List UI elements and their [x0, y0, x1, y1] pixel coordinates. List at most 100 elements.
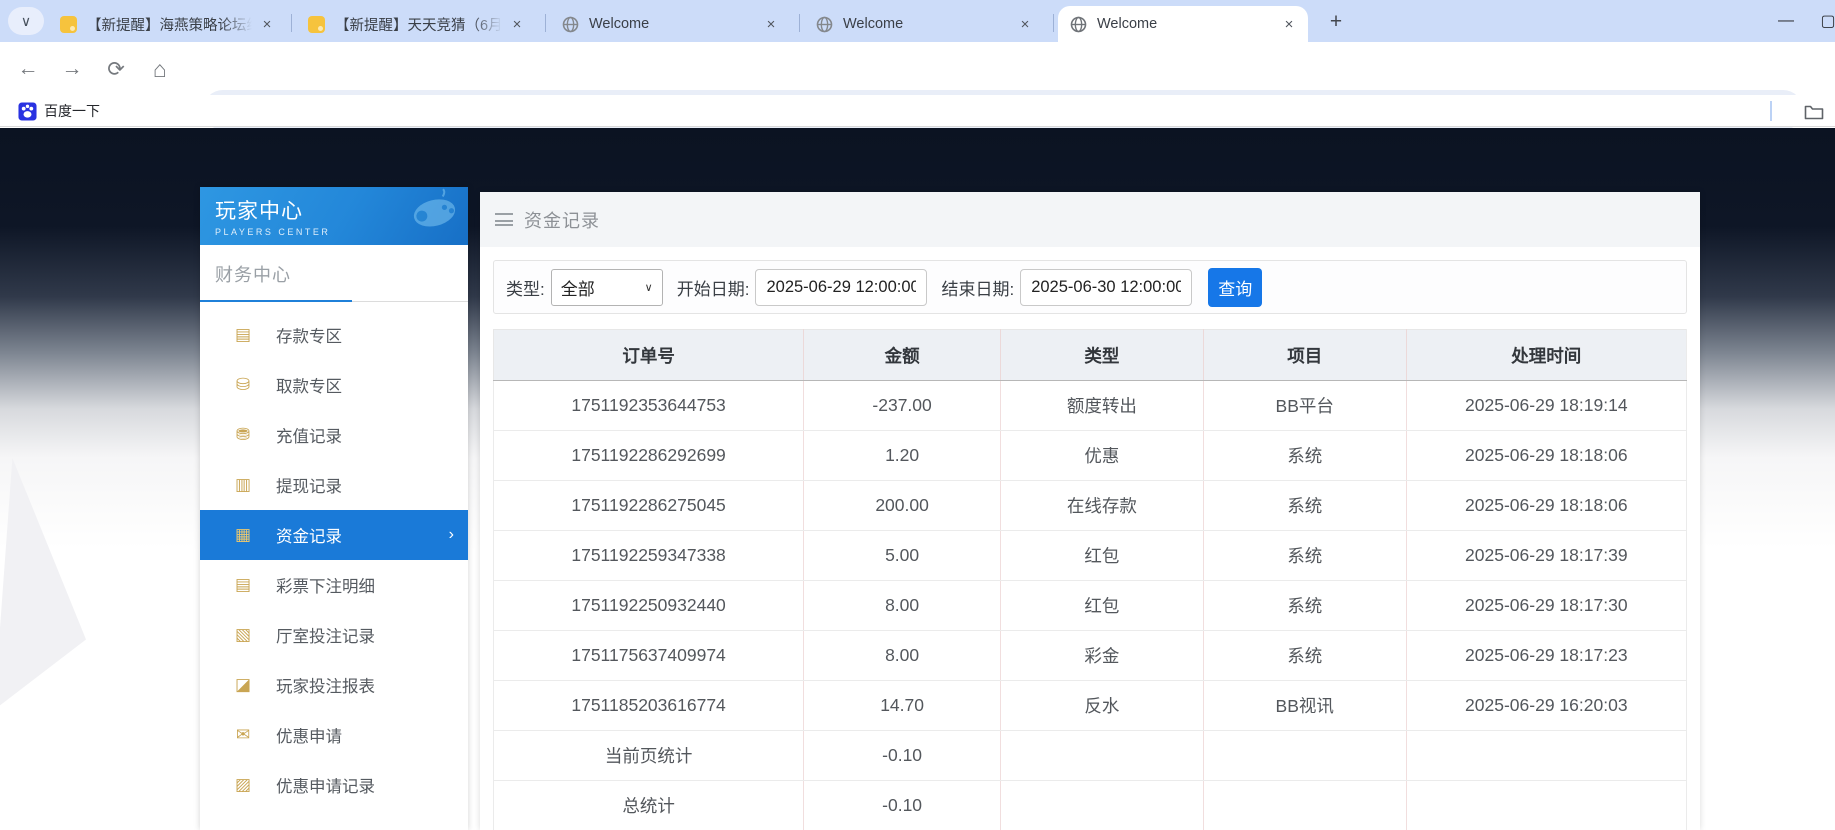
- list-icon: ▧: [234, 625, 252, 644]
- chevron-down-icon: ∨: [20, 12, 32, 29]
- promo-envelope-icon: ✉: [235, 725, 251, 744]
- sidebar-divider: [200, 300, 468, 302]
- type-label: 类型:: [506, 279, 545, 299]
- cell-summary-label: 当前页统计: [492, 730, 805, 781]
- cash-icon: ▦: [234, 525, 252, 544]
- end-date-label: 结束日期:: [941, 279, 1015, 299]
- cell-order-no: 1751185203616774: [492, 680, 805, 731]
- sidebar-item-deposit[interactable]: ▤ 存款专区: [200, 310, 468, 360]
- panel-content: 类型: 全部 ∨ 开始日期: 结束日期: 查询 订单号: [480, 247, 1700, 830]
- header-project: 项目: [1202, 329, 1407, 381]
- globe-icon: [1070, 16, 1087, 32]
- cell-time: 2025-06-29 18:18:06: [1405, 480, 1688, 531]
- tab-welcome-1[interactable]: Welcome ×: [550, 6, 790, 42]
- cell-order-no: 1751192286292699: [492, 430, 805, 481]
- cell-project: 系统: [1202, 530, 1407, 581]
- fund-records-table: 订单号 金额 类型 项目 处理时间 1751192353644753 -237.…: [492, 329, 1688, 830]
- type-select[interactable]: 全部 ∨: [550, 268, 663, 306]
- plus-icon: +: [1329, 10, 1343, 33]
- cell-type: 红包: [1000, 530, 1204, 581]
- tab-search-button[interactable]: ∨: [8, 7, 44, 35]
- home-button[interactable]: ⌂: [144, 53, 176, 85]
- cell-type: 反水: [1000, 680, 1204, 731]
- cell-type: 红包: [1000, 580, 1204, 631]
- cell-summary-label: 总统计: [492, 780, 805, 830]
- cell-amount: 200.00: [803, 480, 1002, 531]
- cell-amount: -0.10: [803, 780, 1002, 830]
- close-icon[interactable]: ×: [508, 15, 526, 33]
- sidebar-item-promo-apply[interactable]: ✉ 优惠申请: [200, 710, 468, 760]
- sidebar-item-lottery-bet-details[interactable]: ▤ 彩票下注明细: [200, 560, 468, 610]
- sidebar-section-title: 财务中心: [215, 265, 291, 285]
- close-icon[interactable]: ×: [1016, 15, 1034, 33]
- cell-project: 系统: [1202, 430, 1407, 481]
- tab-forum-1[interactable]: 【新提醒】海燕策略论坛综合交 ×: [48, 6, 286, 42]
- maximize-button[interactable]: ▢: [1807, 0, 1835, 42]
- cell-type: 额度转出: [1000, 380, 1204, 431]
- chevron-down-icon: ∨: [644, 281, 653, 294]
- close-icon[interactable]: ×: [762, 15, 780, 33]
- cell-project: [1202, 780, 1407, 830]
- table-row-page-summary: 当前页统计 -0.10: [492, 730, 1688, 781]
- menu-hamburger-icon: [495, 213, 513, 226]
- cell-project: 系统: [1202, 630, 1407, 681]
- sidebar-item-player-bet-report[interactable]: ◪ 玩家投注报表: [200, 660, 468, 710]
- chevron-right-icon: ›: [448, 526, 454, 543]
- reload-button[interactable]: ⟳: [100, 53, 132, 85]
- tab-forum-2[interactable]: 【新提醒】天天竞猜（6月29日 ×: [296, 6, 536, 42]
- cell-project: BB视讯: [1202, 680, 1407, 731]
- cell-amount: 14.70: [803, 680, 1002, 731]
- back-button[interactable]: ←: [12, 53, 44, 85]
- sidebar-item-label: 优惠申请: [276, 728, 342, 746]
- sidebar-item-withdrawal-records[interactable]: ▥ 提现记录: [200, 460, 468, 510]
- forward-button[interactable]: →: [56, 53, 88, 85]
- table-row-total-summary: 总统计 -0.10: [492, 780, 1688, 830]
- start-date-input[interactable]: [755, 268, 928, 306]
- query-button[interactable]: 查询: [1208, 267, 1263, 307]
- cell-order-no: 1751192353644753: [492, 380, 805, 431]
- close-icon[interactable]: ×: [1280, 15, 1298, 33]
- cell-order-no: 1751192259347338: [492, 530, 805, 581]
- browser-window: ∨ 【新提醒】海燕策略论坛综合交 × 【新提醒】天天竞猜（6月29日 × Wel…: [0, 0, 1835, 830]
- cell-type: 彩金: [1000, 630, 1204, 681]
- table-row: 1751192286275045 200.00 在线存款 系统 2025-06-…: [492, 480, 1688, 531]
- sidebar-item-label: 玩家投注报表: [276, 678, 375, 696]
- cell-order-no: 1751192286275045: [492, 480, 805, 531]
- globe-icon: [562, 16, 579, 32]
- cell-time: 2025-06-29 18:17:30: [1405, 580, 1688, 631]
- sidebar-item-withdraw[interactable]: ⛁ 取款专区: [200, 360, 468, 410]
- minimize-button[interactable]: —: [1765, 0, 1807, 42]
- cell-type: 优惠: [1000, 430, 1204, 481]
- end-date-input[interactable]: [1020, 268, 1193, 306]
- sidebar-item-label: 取款专区: [276, 378, 342, 396]
- sidebar-item-promo-apply-records[interactable]: ▨ 优惠申请记录: [200, 760, 468, 810]
- cell-time: 2025-06-29 18:17:39: [1405, 530, 1688, 581]
- other-bookmarks-folder[interactable]: [1801, 99, 1827, 123]
- cell-type: [1000, 730, 1204, 781]
- sidebar-item-recharge-records[interactable]: ⛃ 充值记录: [200, 410, 468, 460]
- sidebar-item-fund-records[interactable]: ▦ 资金记录 ›: [200, 510, 468, 560]
- cell-project: BB平台: [1202, 380, 1407, 431]
- sidebar-item-hall-bet-records[interactable]: ▧ 厅室投注记录: [200, 610, 468, 660]
- cell-amount: 8.00: [803, 580, 1002, 631]
- list-icon: ▤: [234, 575, 252, 594]
- sidebar-item-label: 提现记录: [276, 478, 342, 496]
- cell-time: [1405, 780, 1688, 830]
- bookmark-baidu[interactable]: 百度一下: [10, 98, 108, 124]
- folder-icon: [1804, 105, 1824, 119]
- cell-time: [1405, 730, 1688, 781]
- cell-type: [1000, 780, 1204, 830]
- filter-bar: 类型: 全部 ∨ 开始日期: 结束日期: 查询: [493, 260, 1687, 314]
- page-title: 资金记录: [524, 210, 600, 231]
- tab-welcome-active[interactable]: Welcome ×: [1058, 6, 1308, 42]
- baidu-paw-icon: [18, 101, 37, 121]
- breadcrumb: 资金记录: [480, 192, 1700, 247]
- tab-welcome-2[interactable]: Welcome ×: [804, 6, 1044, 42]
- close-icon[interactable]: ×: [258, 15, 276, 33]
- table-row: 1751192250932440 8.00 红包 系统 2025-06-29 1…: [492, 580, 1688, 631]
- cell-time: 2025-06-29 18:19:14: [1405, 380, 1688, 431]
- new-tab-button[interactable]: +: [1322, 8, 1350, 36]
- sidebar-item-label: 充值记录: [276, 428, 342, 446]
- globe-icon: [816, 16, 833, 32]
- background-triangle-decoration: [0, 458, 86, 710]
